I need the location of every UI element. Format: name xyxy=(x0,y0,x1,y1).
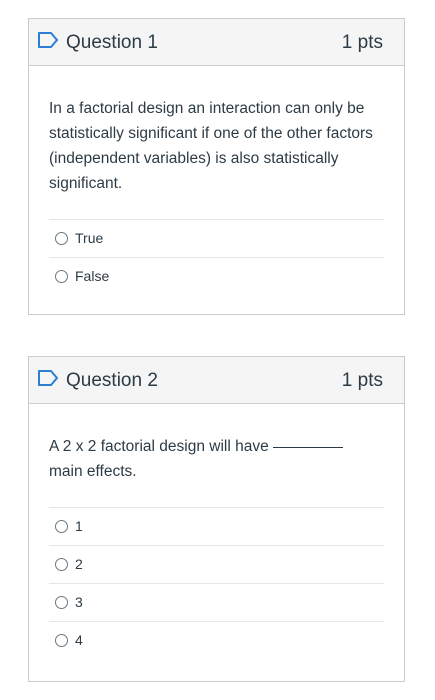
answer-label[interactable]: False xyxy=(75,268,109,284)
bookmark-flag-icon[interactable] xyxy=(37,369,59,387)
answer-option[interactable]: True xyxy=(49,220,384,258)
answer-list: 1 2 3 4 xyxy=(49,507,384,660)
radio-button[interactable] xyxy=(55,596,68,609)
radio-button[interactable] xyxy=(55,232,68,245)
radio-button[interactable] xyxy=(55,520,68,533)
question-body: A 2 x 2 factorial design will have main … xyxy=(29,404,404,660)
question-body: In a factorial design an interaction can… xyxy=(29,66,404,296)
answer-option[interactable]: False xyxy=(49,258,384,296)
question-points: 1 pts xyxy=(341,370,383,391)
answer-option[interactable]: 3 xyxy=(49,584,384,622)
question-text-after: main effects. xyxy=(49,463,137,480)
radio-button[interactable] xyxy=(55,558,68,571)
question-text: In a factorial design an interaction can… xyxy=(49,100,373,192)
answer-label[interactable]: True xyxy=(75,230,103,246)
question-card-1: Question 1 1 pts In a factorial design a… xyxy=(28,18,405,315)
answer-option[interactable]: 2 xyxy=(49,546,384,584)
question-title: Question 2 xyxy=(66,370,158,391)
question-points: 1 pts xyxy=(341,32,383,53)
question-header: Question 2 1 pts xyxy=(29,357,404,404)
question-text: A 2 x 2 factorial design will have main … xyxy=(49,434,384,484)
answer-label[interactable]: 1 xyxy=(75,518,83,534)
answer-option[interactable]: 1 xyxy=(49,508,384,546)
answer-label[interactable]: 3 xyxy=(75,594,83,610)
question-header: Question 1 1 pts xyxy=(29,19,404,66)
radio-button[interactable] xyxy=(55,634,68,647)
fill-in-blank xyxy=(272,446,343,448)
answer-label[interactable]: 4 xyxy=(75,632,83,648)
answer-label[interactable]: 2 xyxy=(75,556,83,572)
answer-option[interactable]: 4 xyxy=(49,622,384,660)
question-card-2: Question 2 1 pts A 2 x 2 factorial desig… xyxy=(28,356,405,682)
bookmark-flag-icon[interactable] xyxy=(37,31,59,49)
answer-list: True False xyxy=(49,219,384,296)
question-title: Question 1 xyxy=(66,32,158,53)
radio-button[interactable] xyxy=(55,270,68,283)
question-text-before: A 2 x 2 factorial design will have xyxy=(49,438,269,455)
